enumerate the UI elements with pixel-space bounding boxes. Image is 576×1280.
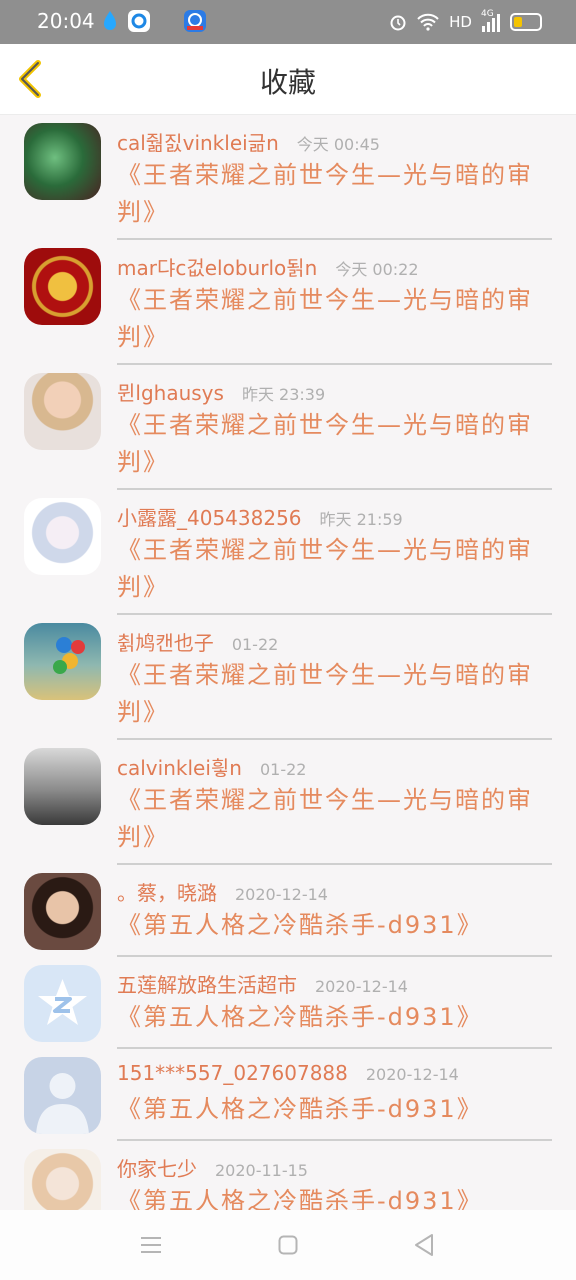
- list-item[interactable]: 小露露_405438256 昨天 21:59 《王者荣耀之前世今生—光与暗的审判》: [0, 490, 576, 615]
- list-item[interactable]: 五莲解放路生活超市 2020-12-14 《第五人格之冷酷杀手-d931》: [0, 957, 576, 1049]
- sender-name: 뮌lghausys: [117, 381, 224, 405]
- list-item[interactable]: 。蔡，晓潞 2020-12-14 《第五人格之冷酷杀手-d931》: [0, 865, 576, 957]
- sender-name: 151***557_027607888: [117, 1061, 348, 1085]
- system-navigation-bar: [0, 1210, 576, 1280]
- sender-name: 。蔡，晓潞: [117, 881, 217, 905]
- home-button[interactable]: [278, 1235, 298, 1259]
- avatar: [24, 1149, 101, 1210]
- list-item[interactable]: 151***557_027607888 2020-12-14 《第五人格之冷酷杀手…: [0, 1049, 576, 1141]
- timestamp: 今天 00:22: [335, 260, 419, 279]
- status-time: 20:04: [37, 9, 95, 33]
- avatar: [24, 748, 101, 825]
- message-text: 《王者荣耀之前世今生—光与暗的审判》: [117, 161, 533, 226]
- sender-name: 췱鸠캔也子: [117, 631, 214, 655]
- message-text: 《第五人格之冷酷杀手-d931》: [117, 1003, 483, 1031]
- avatar: [24, 623, 101, 700]
- timestamp: 2020-12-14: [365, 1065, 459, 1084]
- avatar: [24, 873, 101, 950]
- sender-name: 五莲解放路生活超市: [117, 973, 297, 997]
- sender-name: mar댜c겂eloburlo됡n: [117, 256, 318, 280]
- message-text: 《王者荣耀之前世今生—光与暗的审判》: [117, 411, 533, 476]
- sender-name: 小露露_405438256: [117, 506, 302, 530]
- avatar: [24, 498, 101, 575]
- message-text: 《第五人格之冷酷杀手-d931》: [117, 1095, 483, 1123]
- network-hd-label: HD: [449, 13, 472, 31]
- kugou-notification-icon: [184, 10, 206, 32]
- back-triangle-icon: [415, 1234, 433, 1256]
- timestamp: 今天 00:45: [296, 135, 380, 154]
- avatar: [24, 248, 101, 325]
- timestamp: 2020-12-14: [315, 977, 408, 996]
- sender-name: cal줢짌vinklei긂n: [117, 131, 279, 155]
- wifi-icon: [417, 13, 439, 31]
- message-text: 《第五人格之冷酷杀手-d931》: [117, 911, 483, 939]
- message-text: 《第五人格之冷酷杀手-d931》: [117, 1187, 483, 1210]
- status-bar: 20:04 HD 4G: [0, 0, 576, 44]
- avatar: [24, 965, 101, 1042]
- notification-drop-icon: [102, 10, 124, 32]
- message-text: 《王者荣耀之前世今生—光与暗的审判》: [117, 786, 533, 851]
- message-text: 《王者荣耀之前世今生—光与暗的审判》: [117, 286, 533, 351]
- list-item[interactable]: 你家七少 2020-11-15 《第五人格之冷酷杀手-d931》: [0, 1141, 576, 1210]
- timestamp: 昨天 21:59: [319, 510, 403, 529]
- back-nav-button[interactable]: [414, 1233, 434, 1261]
- signal-icon: 4G: [481, 9, 500, 32]
- top-bar: 收藏: [0, 44, 576, 115]
- app-notification-icon: [128, 10, 150, 32]
- timestamp: 01-22: [259, 760, 307, 779]
- menu-icon: [141, 1237, 161, 1253]
- menu-button[interactable]: [140, 1235, 162, 1259]
- favorites-list: cal줢짌vinklei긂n 今天 00:45 《王者荣耀之前世今生—光与暗的审判…: [0, 115, 576, 1210]
- timestamp: 昨天 23:39: [241, 385, 326, 404]
- list-item[interactable]: 뮌lghausys 昨天 23:39 《王者荣耀之前世今生—光与暗的审判》: [0, 365, 576, 490]
- signal-type-label: 4G: [481, 9, 494, 19]
- timestamp: 2020-12-14: [235, 885, 328, 904]
- avatar: [24, 1057, 101, 1134]
- sender-name: calvinklei힇n: [117, 756, 242, 780]
- avatar: [24, 373, 101, 450]
- list-item[interactable]: cal줢짌vinklei긂n 今天 00:45 《王者荣耀之前世今生—光与暗的审判…: [0, 115, 576, 240]
- list-item[interactable]: mar댜c겂eloburlo됡n 今天 00:22 《王者荣耀之前世今生—光与暗的…: [0, 240, 576, 365]
- message-text: 《王者荣耀之前世今生—光与暗的审判》: [117, 536, 533, 601]
- message-text: 《王者荣耀之前世今生—光与暗的审判》: [117, 661, 533, 726]
- battery-icon: [510, 13, 542, 31]
- home-square-icon: [278, 1235, 298, 1255]
- page-title: 收藏: [259, 66, 316, 99]
- avatar: [24, 123, 101, 200]
- alarm-icon: [390, 15, 406, 31]
- list-item[interactable]: 췱鸠캔也子 01-22 《王者荣耀之前世今生—光与暗的审判》: [0, 615, 576, 740]
- sender-name: 你家七少: [117, 1157, 197, 1181]
- list-item[interactable]: calvinklei힇n 01-22 《王者荣耀之前世今生—光与暗的审判》: [0, 740, 576, 865]
- timestamp: 2020-11-15: [215, 1161, 308, 1180]
- timestamp: 01-22: [231, 635, 279, 654]
